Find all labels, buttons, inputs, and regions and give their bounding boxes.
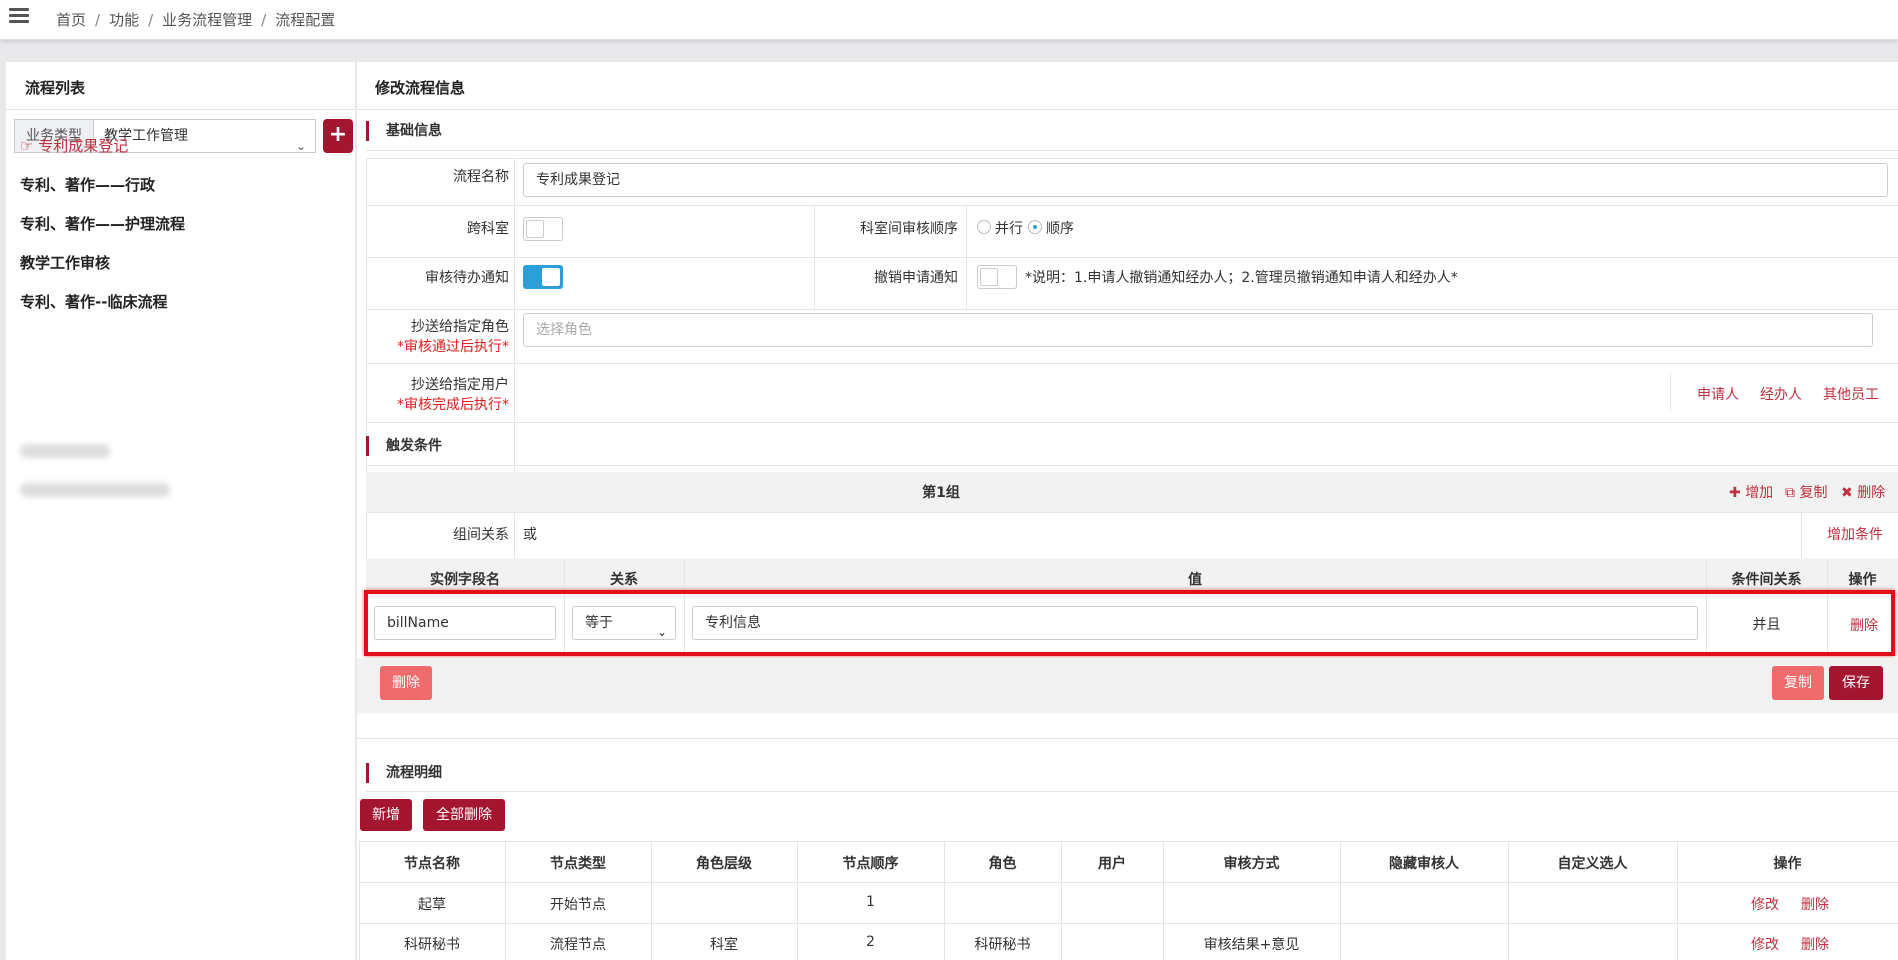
table-cell: 科室 xyxy=(710,937,738,953)
menu-icon[interactable] xyxy=(9,8,29,24)
cc-handler-link[interactable]: 经办人 xyxy=(1760,384,1802,404)
column-header: 值 xyxy=(1188,572,1202,588)
order-sequential-label: 顺序 xyxy=(1046,221,1074,237)
group-relation-value: 或 xyxy=(523,527,537,543)
copy-button[interactable]: 复制 xyxy=(1772,666,1824,700)
section-flow-details: 流程明细 xyxy=(366,763,442,783)
cancel-notify-note: *说明：1.申请人撤销通知经办人；2.管理员撤销通知申请人和经办人* xyxy=(1025,270,1458,286)
flow-item-active[interactable]: ☞ 专利成果登记 xyxy=(20,135,128,156)
dept-order-label: 科室间审核顺序 xyxy=(860,221,958,237)
flow-item[interactable]: 教学工作审核 xyxy=(20,252,110,273)
chevron-down-icon: ⌄ xyxy=(295,139,306,153)
column-header: 隐藏审核人 xyxy=(1389,856,1459,872)
column-header: 操作 xyxy=(1773,856,1802,872)
cc-applicant-link[interactable]: 申请人 xyxy=(1697,384,1739,404)
column-header: 节点顺序 xyxy=(842,856,899,872)
add-condition-link[interactable]: 增加条件 xyxy=(1827,524,1883,544)
delete-node-link[interactable]: 删除 xyxy=(1801,894,1829,914)
flow-item[interactable]: 专利、著作--临床流程 xyxy=(20,291,167,312)
blurred-item xyxy=(20,483,170,497)
column-header: 审核方式 xyxy=(1223,856,1280,872)
cc-role-note: *审核通过后执行* xyxy=(397,339,509,355)
column-header: 关系 xyxy=(610,572,638,588)
column-header: 角色层级 xyxy=(696,856,752,872)
cancel-notify-toggle[interactable] xyxy=(977,265,1017,289)
flow-name-label: 流程名称 xyxy=(453,169,509,185)
column-header: 角色 xyxy=(988,856,1017,872)
hand-pointer-icon: ☞ xyxy=(20,137,34,155)
flow-name-input[interactable]: 专利成果登记 xyxy=(523,163,1888,197)
blurred-item xyxy=(20,444,110,458)
plus-icon: ✚ xyxy=(1729,485,1741,501)
cross-dept-toggle[interactable] xyxy=(523,217,563,241)
column-header: 自定义选人 xyxy=(1557,856,1628,872)
table-cell: 1 xyxy=(866,894,875,910)
panel-title: 修改流程信息 xyxy=(375,79,466,97)
breadcrumb-item[interactable]: 业务流程管理 xyxy=(162,11,252,29)
cancel-notify-label: 撤销申请通知 xyxy=(874,270,958,286)
table-cell: 起草 xyxy=(418,897,446,913)
top-bar: 首页 / 功能 / 业务流程管理 / 流程配置 xyxy=(0,0,1898,40)
cc-user-label: 抄送给指定用户 xyxy=(411,377,509,393)
section-basic-info: 基础信息 xyxy=(366,121,442,141)
order-parallel-radio[interactable] xyxy=(977,220,991,234)
column-header: 实例字段名 xyxy=(430,572,500,588)
column-header: 用户 xyxy=(1098,856,1126,872)
breadcrumb-item-current: 流程配置 xyxy=(275,11,336,29)
table-cell: 科研秘书 xyxy=(404,937,460,953)
panel-title: 流程列表 xyxy=(25,79,86,97)
breadcrumb: 首页 / 功能 / 业务流程管理 / 流程配置 xyxy=(56,11,336,29)
edit-node-link[interactable]: 修改 xyxy=(1751,894,1779,914)
highlight-box xyxy=(364,590,1895,656)
edit-node-link[interactable]: 修改 xyxy=(1751,934,1779,954)
column-header: 节点名称 xyxy=(404,856,460,872)
edit-flow-panel: 修改流程信息 基础信息 流程名称 专利成果登记 跨科室 科室间审核顺序 并行 顺… xyxy=(357,62,1898,960)
todo-notify-toggle[interactable] xyxy=(523,265,563,289)
order-parallel-label: 并行 xyxy=(995,221,1023,237)
save-button[interactable]: 保存 xyxy=(1829,666,1883,700)
todo-notify-label: 审核待办通知 xyxy=(425,270,509,286)
flow-item[interactable]: 专利、著作——行政 xyxy=(20,174,155,195)
trigger-footer xyxy=(357,658,1898,713)
close-icon: ✖ xyxy=(1841,485,1853,501)
delete-node-link[interactable]: 删除 xyxy=(1801,934,1829,954)
copy-icon: ⧉ xyxy=(1785,485,1795,501)
cross-dept-label: 跨科室 xyxy=(467,221,509,237)
group-delete-button[interactable]: ✖ 删除 xyxy=(1841,482,1885,502)
cc-role-select[interactable]: 选择角色 xyxy=(523,313,1873,347)
table-cell: 审核结果+意见 xyxy=(1203,937,1300,953)
section-trigger: 触发条件 xyxy=(366,436,442,456)
column-header: 条件间关系 xyxy=(1731,572,1802,588)
group-add-button[interactable]: ✚ 增加 xyxy=(1729,482,1773,502)
flow-item[interactable]: 专利、著作——护理流程 xyxy=(20,213,185,234)
column-header: 节点类型 xyxy=(550,856,606,872)
breadcrumb-item[interactable]: 首页 xyxy=(56,11,86,29)
group-copy-button[interactable]: ⧉ 复制 xyxy=(1785,482,1827,502)
table-cell: 科研秘书 xyxy=(974,937,1031,953)
add-flow-button[interactable]: + xyxy=(323,119,353,153)
column-header: 操作 xyxy=(1848,572,1877,588)
group-title: 第1组 xyxy=(922,485,960,501)
breadcrumb-item[interactable]: 功能 xyxy=(109,11,139,29)
cc-other-staff-link[interactable]: 其他员工 xyxy=(1823,384,1879,404)
delete-button[interactable]: 删除 xyxy=(380,666,432,700)
flow-list-panel: 流程列表 业务类型 教学工作管理 ⌄ + ☞ 专利成果登记 专利、著作——行政 专… xyxy=(6,62,355,960)
cc-role-label: 抄送给指定角色 xyxy=(411,319,509,335)
table-cell: 2 xyxy=(866,934,875,950)
table-cell: 开始节点 xyxy=(550,897,606,913)
add-node-button[interactable]: 新增 xyxy=(360,799,412,831)
table-cell: 流程节点 xyxy=(550,937,606,953)
order-sequential-radio[interactable] xyxy=(1028,220,1042,234)
delete-all-button[interactable]: 全部删除 xyxy=(423,799,505,831)
cc-user-note: *审核完成后执行* xyxy=(397,397,509,413)
group-relation-label: 组间关系 xyxy=(453,527,509,543)
